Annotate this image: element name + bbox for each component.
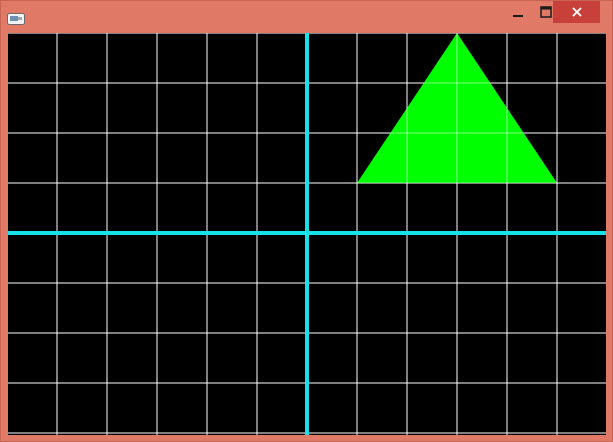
app-icon (7, 10, 25, 25)
close-icon (571, 3, 583, 22)
drawing-canvas[interactable] (8, 33, 606, 435)
maximize-icon (540, 3, 552, 22)
graphics-surface (8, 33, 606, 435)
axes (8, 33, 606, 435)
minimize-icon (512, 3, 524, 22)
minimize-button[interactable] (504, 1, 532, 23)
app-window (0, 0, 613, 442)
title-bar[interactable] (1, 1, 612, 32)
close-button[interactable] (553, 1, 600, 23)
